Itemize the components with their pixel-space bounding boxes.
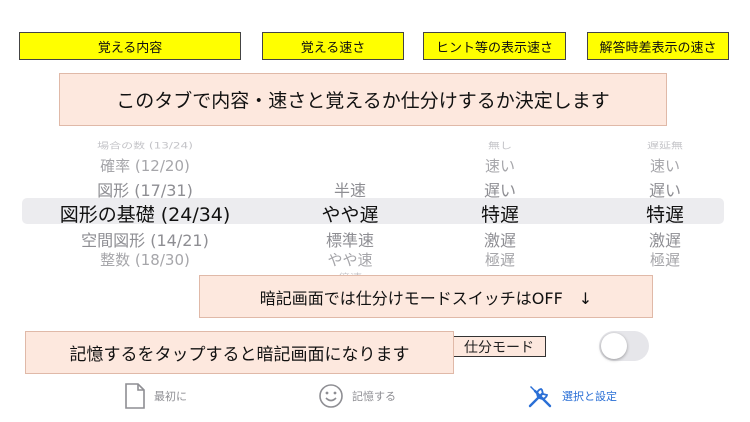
toggle-knob [601,333,627,359]
answer-delay-picker[interactable]: 遅延無 速い 遅い 特遅 激遅 極遅 [0,0,750,280]
sort-mode-toggle[interactable] [599,331,649,361]
toolbar-start-label: 最初に [154,390,187,403]
sort-mode-label: 仕分モード [452,336,546,357]
picker-item[interactable]: 激遅 [585,227,745,251]
picker-item[interactable]: 速い [585,155,745,176]
info-banner-middle: 暗記画面では仕分けモードスイッチはOFF ↓ [199,275,653,318]
picker-item-selected[interactable]: 特遅 [585,200,745,227]
toolbar-settings-label: 選択と設定 [562,390,617,403]
picker-item[interactable]: 遅延無 [585,140,745,152]
document-icon [125,383,145,409]
picker-item[interactable]: 遅い [585,177,745,201]
toolbar-start-button[interactable]: 最初に [124,382,187,410]
smiley-icon [319,384,343,408]
tools-icon [528,386,552,408]
toolbar-memorize-button[interactable]: 記憶する [318,382,396,410]
toolbar-settings-button[interactable]: 選択と設定 [526,382,617,410]
picker-item[interactable]: 極遅 [585,249,745,270]
toolbar-memorize-label: 記憶する [352,390,396,403]
info-banner-bottom: 記憶するをタップすると暗記画面になります [25,331,454,374]
